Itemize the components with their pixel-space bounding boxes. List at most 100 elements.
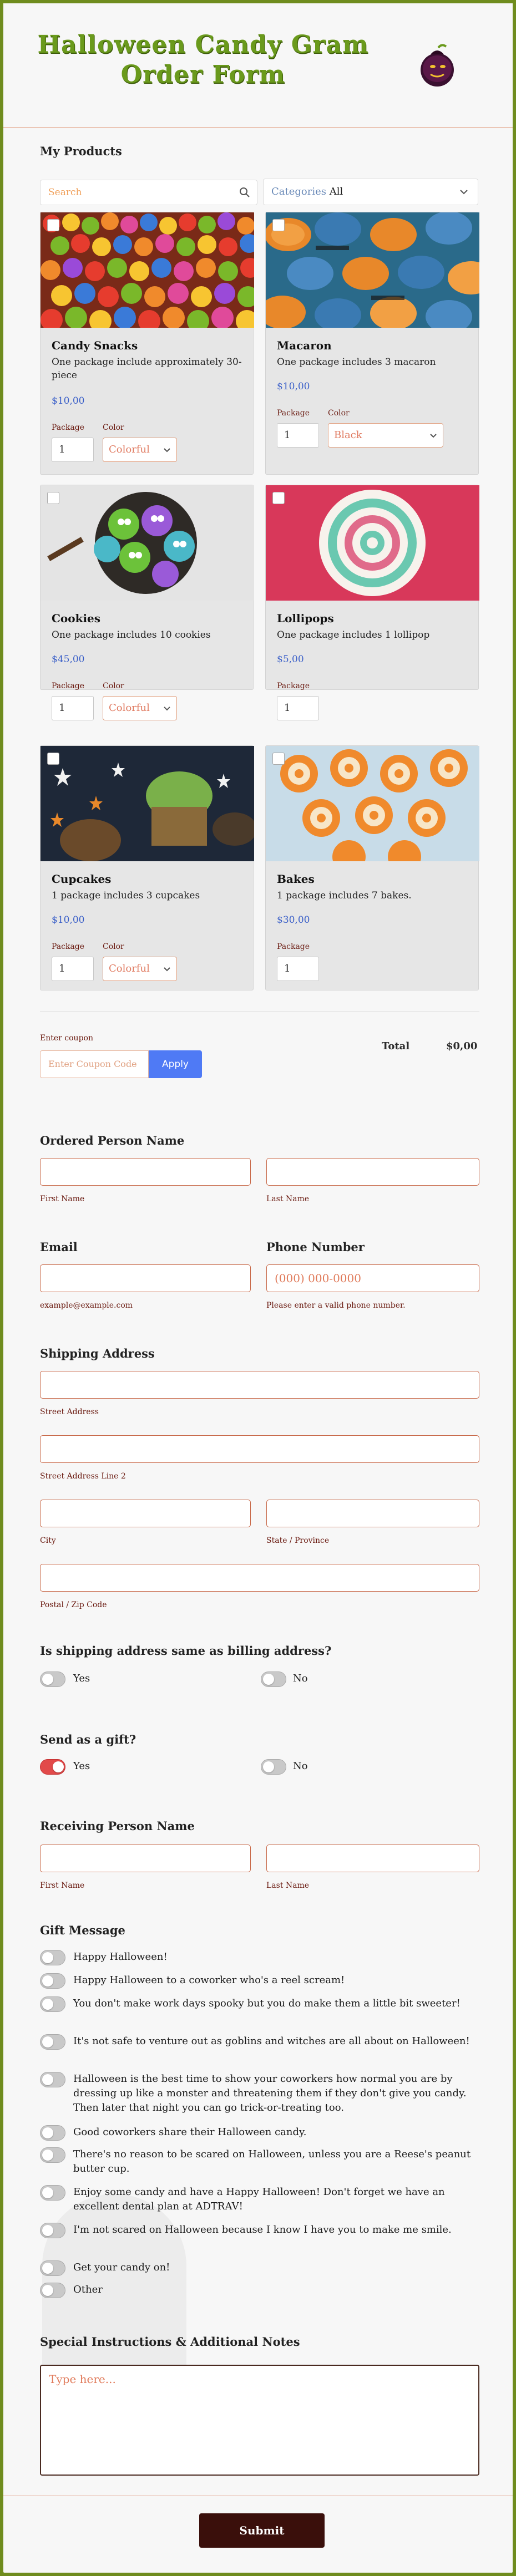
gift-message-title: Gift Message (40, 1923, 125, 1937)
color-label: Color (328, 409, 350, 418)
product-card-bakes[interactable]: Bakes 1 package includes 7 bakes. $30,00… (265, 745, 479, 990)
product-description: 1 package includes 7 bakes. (277, 890, 412, 901)
chevron-down-icon (460, 190, 468, 195)
color-select[interactable]: Colorful (103, 957, 177, 981)
coupon-code-input[interactable]: Enter Coupon Code (40, 1050, 149, 1078)
quantity-input[interactable]: 1 (52, 957, 94, 981)
product-name: Cupcakes (52, 872, 112, 886)
product-search-input[interactable]: Search (40, 180, 257, 205)
gift-yes-label: Yes (73, 1760, 90, 1772)
gift-message-toggle[interactable] (40, 2125, 65, 2141)
quantity-input[interactable]: 1 (277, 957, 319, 981)
chevron-down-icon (164, 967, 170, 972)
gift-message-toggle[interactable] (40, 2185, 65, 2201)
coupon-label: Enter coupon (40, 1034, 93, 1043)
apply-coupon-button[interactable]: Apply (149, 1050, 202, 1078)
select-checkbox[interactable] (272, 753, 285, 765)
select-checkbox[interactable] (272, 219, 285, 231)
same-billing-yes-toggle[interactable] (40, 1671, 65, 1687)
select-checkbox[interactable] (47, 492, 59, 504)
product-name: Candy Snacks (52, 339, 138, 352)
state-sublabel: State / Province (266, 1536, 330, 1545)
color-label: Color (103, 942, 124, 951)
email-title: Email (40, 1240, 78, 1254)
receiving-last-name-input[interactable] (266, 1845, 479, 1872)
color-value: Colorful (109, 444, 150, 455)
color-select[interactable]: Black (328, 423, 443, 448)
product-name: Macaron (277, 339, 332, 352)
first-name-sublabel: First Name (40, 1195, 85, 1203)
product-card-cookies[interactable]: Cookies One package includes 10 cookies … (40, 485, 254, 720)
quantity-input[interactable]: 1 (52, 438, 94, 462)
chevron-down-icon (430, 434, 437, 438)
street-address-2-input[interactable] (40, 1435, 479, 1463)
street-address-sublabel: Street Address (40, 1408, 99, 1416)
state-input[interactable] (266, 1500, 479, 1527)
gift-question: Send as a gift? (40, 1732, 136, 1746)
color-select[interactable]: Colorful (103, 438, 177, 462)
receiving-first-name-input[interactable] (40, 1845, 251, 1872)
gift-message-option: Get your candy on! (73, 2262, 170, 2273)
gift-message-toggle[interactable] (40, 2260, 65, 2276)
product-card-candy-snacks[interactable]: Candy Snacks One package include approxi… (40, 212, 254, 475)
same-billing-yes-label: Yes (73, 1673, 90, 1684)
gift-message-toggle[interactable] (40, 2147, 65, 2163)
street-address-input[interactable] (40, 1371, 479, 1399)
gift-message-option: Other (73, 2284, 103, 2295)
color-select[interactable]: Colorful (103, 696, 177, 720)
product-card-macaron[interactable]: Macaron One package includes 3 macaron $… (265, 212, 479, 475)
ordered-person-title: Ordered Person Name (40, 1134, 185, 1147)
product-card-lollipops[interactable]: Lollipops One package includes 1 lollipo… (265, 485, 479, 720)
package-label: Package (52, 682, 85, 690)
gift-message-toggle[interactable] (40, 2283, 65, 2298)
same-billing-question: Is shipping address same as billing addr… (40, 1644, 332, 1658)
notes-title: Special Instructions & Additional Notes (40, 2335, 300, 2349)
gift-message-option: Happy Halloween! (73, 1951, 168, 1963)
gift-message-toggle[interactable] (40, 1950, 65, 1965)
gift-message-toggle[interactable] (40, 2072, 65, 2087)
product-card-cupcakes[interactable]: Cupcakes 1 package includes 3 cupcakes $… (40, 745, 254, 990)
product-description: One package include approximately 30-pie… (52, 357, 242, 381)
ordered-first-name-input[interactable] (40, 1158, 251, 1186)
postal-code-input[interactable] (40, 1564, 479, 1592)
gift-yes-toggle[interactable] (40, 1759, 65, 1775)
notes-textarea[interactable]: Type here... (40, 2365, 479, 2476)
last-name-sublabel: Last Name (266, 1195, 310, 1203)
shipping-title: Shipping Address (40, 1347, 155, 1360)
select-checkbox[interactable] (272, 492, 285, 504)
phone-hint: Please enter a valid phone number. (266, 1301, 406, 1310)
gift-message-toggle[interactable] (40, 1996, 65, 2012)
gift-message-toggle[interactable] (40, 1973, 65, 1989)
same-billing-no-toggle[interactable] (261, 1671, 286, 1687)
gift-message-toggle[interactable] (40, 2223, 65, 2238)
gift-no-toggle[interactable] (261, 1759, 286, 1775)
city-input[interactable] (40, 1500, 251, 1527)
notes-placeholder: Type here... (49, 2372, 116, 2386)
candy-snacks-image (41, 212, 254, 328)
same-billing-no-label: No (293, 1673, 308, 1684)
package-label: Package (277, 682, 310, 690)
product-name: Bakes (277, 872, 315, 886)
product-price: $10,00 (277, 381, 310, 392)
category-select[interactable]: Categories All (263, 179, 478, 205)
gift-message-option: Enjoy some candy and have a Happy Hallow… (73, 2186, 445, 2212)
form-container: Halloween Candy Gram Order Form My Produ… (3, 3, 513, 2573)
ordered-last-name-input[interactable] (266, 1158, 479, 1186)
gift-message-toggle[interactable] (40, 2034, 65, 2050)
candy-bag-logo-icon (421, 44, 454, 87)
select-checkbox[interactable] (47, 753, 59, 765)
quantity-input[interactable]: 1 (52, 696, 94, 720)
product-description: One package includes 1 lollipop (277, 629, 430, 641)
quantity-input[interactable]: 1 (277, 696, 319, 720)
cupcakes-image (41, 746, 254, 861)
phone-input[interactable]: (000) 000-0000 (266, 1264, 479, 1292)
gift-message-option: Happy Halloween to a coworker who's a re… (73, 1974, 345, 1986)
email-input[interactable] (40, 1264, 251, 1292)
quantity-input[interactable]: 1 (277, 423, 319, 448)
receiving-person-title: Receiving Person Name (40, 1819, 195, 1833)
submit-button[interactable]: Submit (199, 2513, 325, 2548)
color-value: Colorful (109, 963, 150, 974)
search-icon[interactable] (239, 187, 250, 198)
select-checkbox[interactable] (47, 219, 59, 231)
phone-placeholder: (000) 000-0000 (275, 1272, 361, 1285)
